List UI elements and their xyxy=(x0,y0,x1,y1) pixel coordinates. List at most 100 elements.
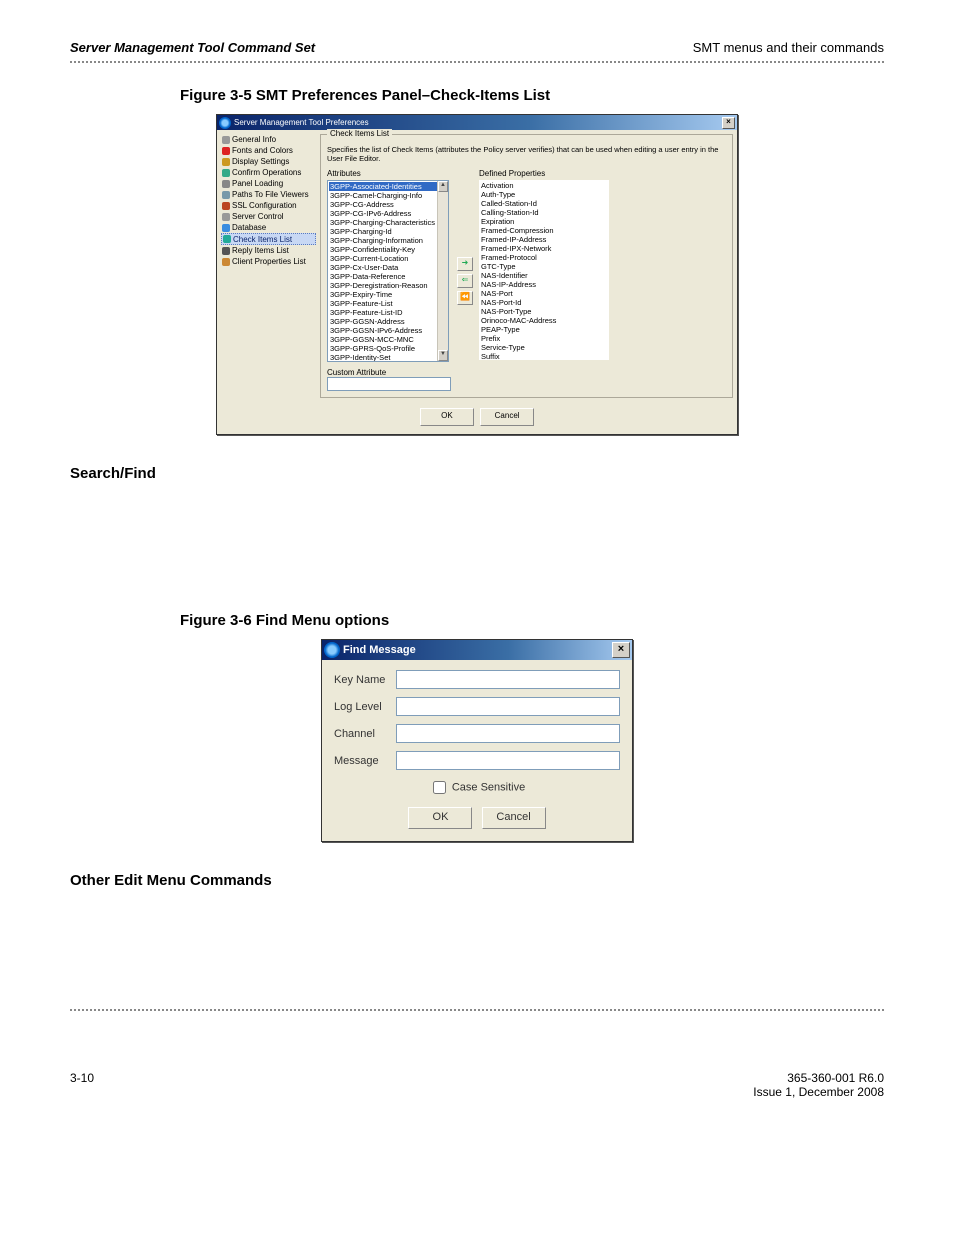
doc-number: 365-360-001 R6.0 xyxy=(753,1071,884,1085)
display-icon xyxy=(222,158,230,166)
doc-issue: Issue 1, December 2008 xyxy=(753,1085,884,1099)
figure-3-5-caption: Figure 3-5 SMT Preferences Panel–Check-I… xyxy=(180,87,884,104)
cancel-button[interactable]: Cancel xyxy=(482,807,546,829)
preferences-titlebar: Server Management Tool Preferences × xyxy=(217,115,737,130)
list-item[interactable]: 3GPP-Charging-Characteristics xyxy=(329,218,447,227)
close-icon[interactable]: × xyxy=(722,117,735,129)
list-item[interactable]: GTC-Type xyxy=(480,262,608,271)
log-level-label: Log Level xyxy=(334,701,396,713)
list-item[interactable]: 3GPP-Deregistration-Reason xyxy=(329,281,447,290)
move-left-button[interactable]: ⇐ xyxy=(457,274,473,288)
key-name-label: Key Name xyxy=(334,674,396,686)
nav-panel-loading[interactable]: Panel Loading xyxy=(221,178,316,189)
find-title: Find Message xyxy=(343,644,612,656)
header-right: SMT menus and their commands xyxy=(693,40,884,55)
section-search-find: Search/Find xyxy=(70,465,884,482)
move-right-button[interactable]: ➜ xyxy=(457,257,473,271)
app-icon xyxy=(219,117,231,129)
message-input[interactable] xyxy=(396,751,620,770)
close-icon[interactable]: × xyxy=(612,642,630,658)
list-item[interactable]: NAS-Port-Id xyxy=(480,298,608,307)
client-icon xyxy=(222,258,230,266)
nav-display-settings[interactable]: Display Settings xyxy=(221,156,316,167)
list-item[interactable]: 3GPP-GGSN-Address xyxy=(329,317,447,326)
log-level-input[interactable] xyxy=(396,697,620,716)
list-item[interactable]: 3GPP-Confidentiality-Key xyxy=(329,245,447,254)
nav-reply-items-list[interactable]: Reply Items List xyxy=(221,245,316,256)
case-sensitive-checkbox[interactable] xyxy=(433,781,446,794)
list-item[interactable]: Service-Type xyxy=(480,343,608,352)
list-item[interactable]: 3GPP-Associated-Identities xyxy=(329,182,447,191)
custom-attribute-input[interactable] xyxy=(327,377,451,391)
list-item[interactable]: Activation xyxy=(480,181,608,190)
list-item[interactable]: 3GPP-Feature-List xyxy=(329,299,447,308)
defined-properties-listbox[interactable]: ActivationAuth-TypeCalled-Station-IdCall… xyxy=(479,180,609,360)
folder-icon xyxy=(222,191,230,199)
list-item[interactable]: Framed-Compression xyxy=(480,226,608,235)
nav-client-properties-list[interactable]: Client Properties List xyxy=(221,256,316,267)
list-item[interactable]: 3GPP-Cx-User-Data xyxy=(329,263,447,272)
channel-input[interactable] xyxy=(396,724,620,743)
confirm-icon xyxy=(222,169,230,177)
nav-ssl-configuration[interactable]: SSL Configuration xyxy=(221,200,316,211)
list-item[interactable]: 3GPP-Data-Reference xyxy=(329,272,447,281)
groupbox-legend: Check Items List xyxy=(327,129,392,138)
list-item[interactable]: 3GPP-Charging-Id xyxy=(329,227,447,236)
list-item[interactable]: NAS-IP-Address xyxy=(480,280,608,289)
case-sensitive-label: Case Sensitive xyxy=(452,781,525,793)
list-item[interactable]: 3GPP-Camel-Charging-Info xyxy=(329,191,447,200)
check-items-groupbox: Check Items List Specifies the list of C… xyxy=(320,134,733,398)
section-other-edit-menu: Other Edit Menu Commands xyxy=(70,872,884,889)
list-item[interactable]: 3GPP-Current-Location xyxy=(329,254,447,263)
list-item[interactable]: Expiration xyxy=(480,217,608,226)
key-name-input[interactable] xyxy=(396,670,620,689)
ok-button[interactable]: OK xyxy=(420,408,474,426)
list-item[interactable]: 3GPP-Expiry-Time xyxy=(329,290,447,299)
list-item[interactable]: 3GPP-Feature-List-ID xyxy=(329,308,447,317)
panel-icon xyxy=(222,180,230,188)
preferences-window: Server Management Tool Preferences × Gen… xyxy=(216,114,738,435)
nav-fonts-colors[interactable]: Fonts and Colors xyxy=(221,145,316,156)
list-item[interactable]: Framed-IP-Address xyxy=(480,235,608,244)
list-item[interactable]: Called-Station-Id xyxy=(480,199,608,208)
list-item[interactable]: NAS-Port xyxy=(480,289,608,298)
list-item[interactable]: Calling-Station-Id xyxy=(480,208,608,217)
list-item[interactable]: 3GPP-GGSN-MCC-MNC xyxy=(329,335,447,344)
server-icon xyxy=(222,213,230,221)
scroll-up-icon[interactable]: ▲ xyxy=(438,181,448,192)
move-all-left-button[interactable]: ⏪ xyxy=(457,291,473,305)
footer-rule xyxy=(70,1009,884,1011)
scrollbar[interactable]: ▲ ▼ xyxy=(437,181,448,361)
list-item[interactable]: NAS-Identifier xyxy=(480,271,608,280)
list-item[interactable]: 3GPP-GPRS-QoS-Profile xyxy=(329,344,447,353)
app-icon xyxy=(324,642,340,658)
nav-general-info[interactable]: General Info xyxy=(221,134,316,145)
list-item[interactable]: 3GPP-GGSN-IPv6-Address xyxy=(329,326,447,335)
find-message-window: Find Message × Key Name Log Level Channe… xyxy=(321,639,633,842)
list-item[interactable]: 3GPP-Charging-Information xyxy=(329,236,447,245)
nav-check-items-list[interactable]: Check Items List xyxy=(221,233,316,245)
list-item[interactable]: PEAP-Type xyxy=(480,325,608,334)
list-item[interactable]: 3GPP-CG-Address xyxy=(329,200,447,209)
nav-server-control[interactable]: Server Control xyxy=(221,211,316,222)
nav-database[interactable]: Database xyxy=(221,222,316,233)
list-item[interactable]: Suffix xyxy=(480,352,608,360)
list-item[interactable]: 3GPP-Identity-Set xyxy=(329,353,447,362)
list-item[interactable]: Orinoco-MAC-Address xyxy=(480,316,608,325)
list-item[interactable]: Prefix xyxy=(480,334,608,343)
font-icon xyxy=(222,147,230,155)
list-item[interactable]: Framed-Protocol xyxy=(480,253,608,262)
list-item[interactable]: 3GPP-CG-IPv6-Address xyxy=(329,209,447,218)
gear-icon xyxy=(222,136,230,144)
page-number: 3-10 xyxy=(70,1071,94,1099)
nav-paths-file-viewers[interactable]: Paths To File Viewers xyxy=(221,189,316,200)
list-item[interactable]: Framed-IPX-Network xyxy=(480,244,608,253)
cancel-button[interactable]: Cancel xyxy=(480,408,534,426)
nav-confirm-operations[interactable]: Confirm Operations xyxy=(221,167,316,178)
attributes-listbox[interactable]: 3GPP-Associated-Identities3GPP-Camel-Cha… xyxy=(327,180,449,362)
list-item[interactable]: Auth-Type xyxy=(480,190,608,199)
header-rule xyxy=(70,61,884,63)
ok-button[interactable]: OK xyxy=(408,807,472,829)
list-item[interactable]: NAS-Port-Type xyxy=(480,307,608,316)
scroll-down-icon[interactable]: ▼ xyxy=(438,350,448,361)
